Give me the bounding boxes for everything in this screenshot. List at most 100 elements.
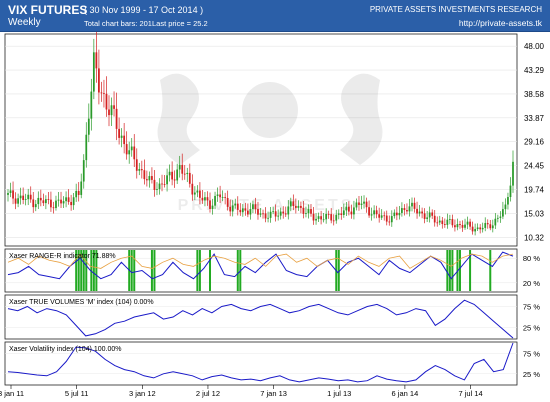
candle-body [52,207,55,209]
candle-body [161,183,163,185]
candle-body [358,202,360,205]
volatility-indicator-title: Xaser Volatility index (104) 100.00% [9,346,121,353]
candle-body [451,219,454,226]
candle-body [469,221,471,227]
candle-body [454,225,456,228]
candle-body [39,197,42,201]
candle-body [204,197,206,201]
candle-body [393,212,396,217]
chart-window: VIX FUTURES Weekly ( 30 Nov 1999 - 17 Oc… [0,0,550,402]
price-tick-label: 29.16 [524,138,545,147]
candle-body [380,215,383,218]
candle-body [62,201,65,204]
candle-body [289,201,292,207]
candle-body [115,108,118,129]
candle-body [201,197,204,201]
candle-body [370,214,373,216]
candle-body [428,212,431,218]
candle-body [214,195,216,206]
indicator-tick-label: 25 % [523,324,540,333]
candle-body [312,213,315,221]
candle-body [406,210,408,212]
candle-body [19,195,22,199]
candle-body [57,199,60,201]
candle-body [196,190,199,193]
candle-body [335,214,338,221]
candle-body [499,216,502,218]
candle-body [145,179,148,181]
candle-body [171,171,174,180]
candle-body [507,197,509,205]
candle-body [133,146,136,160]
candle-body [257,209,259,215]
range-indicator-title: Xaser RANGE-R indicator 71.88% [9,253,116,260]
candle-body [55,200,57,209]
candle-body [229,206,232,212]
candle-body [373,210,376,215]
candle-body [496,217,499,219]
indicator-tick-label: 75 % [523,349,540,358]
candle-body [355,202,358,208]
candle-body [27,194,30,200]
candle-body [494,218,497,226]
price-tick-label: 19.74 [524,186,545,195]
candle-body [166,175,168,185]
candle-body [315,218,317,221]
candle-body [125,144,128,155]
candle-body [401,208,403,213]
candle-body [300,205,302,208]
candle-body [47,199,50,200]
candle-body [421,211,423,214]
candle-body [183,173,186,175]
candle-body [360,203,363,205]
candle-body [395,212,398,216]
price-tick-label: 43.29 [524,66,545,75]
candle-body [345,206,348,211]
candle-body [72,197,75,206]
candle-body [85,134,88,161]
candle-body [138,169,141,171]
candle-body [484,223,487,228]
candle-body [80,181,83,195]
candle-body [153,179,156,190]
candle-body [118,128,120,138]
volumes-indicator-title: Xaser TRUE VOLUMES 'M' index (104) 0.00% [9,299,154,306]
candle-body [476,227,479,230]
candle-body [277,215,280,217]
candle-body [509,185,512,198]
candle-body [110,105,113,116]
candle-body [479,227,482,230]
candle-body [504,204,507,210]
candle-body [337,213,340,215]
candle-body [259,213,262,215]
candle-body [100,92,103,94]
x-axis: 3 jan 11 5 jul 11 3 jan 12 2 jul 12 7 jan 13… [0,385,483,398]
candle-body [368,207,370,216]
candle-body [464,224,466,228]
candle-body [436,222,439,224]
candle-body [22,195,25,200]
candle-body [70,201,73,206]
candle-body [209,200,211,209]
candle-body [87,118,90,135]
candle-body [32,199,35,208]
price-tick-label: 15.03 [524,209,545,218]
candle-body [176,169,179,181]
candle-body [92,52,95,92]
candle-body [383,215,386,217]
candle-body [385,215,388,222]
candle-body [158,183,161,190]
candle-body [44,199,47,204]
candle-body [216,194,219,196]
candle-body [446,219,449,225]
candle-body [310,209,312,214]
candle-body [249,209,252,215]
candle-body [241,208,244,213]
indicator-tick-label: 80 % [523,254,540,263]
candle-body [143,170,146,180]
candle-body [191,183,194,195]
candle-body [416,208,418,214]
candle-body [120,135,123,138]
candle-body [426,217,429,219]
x-tick-label: 6 jan 14 [392,389,419,398]
